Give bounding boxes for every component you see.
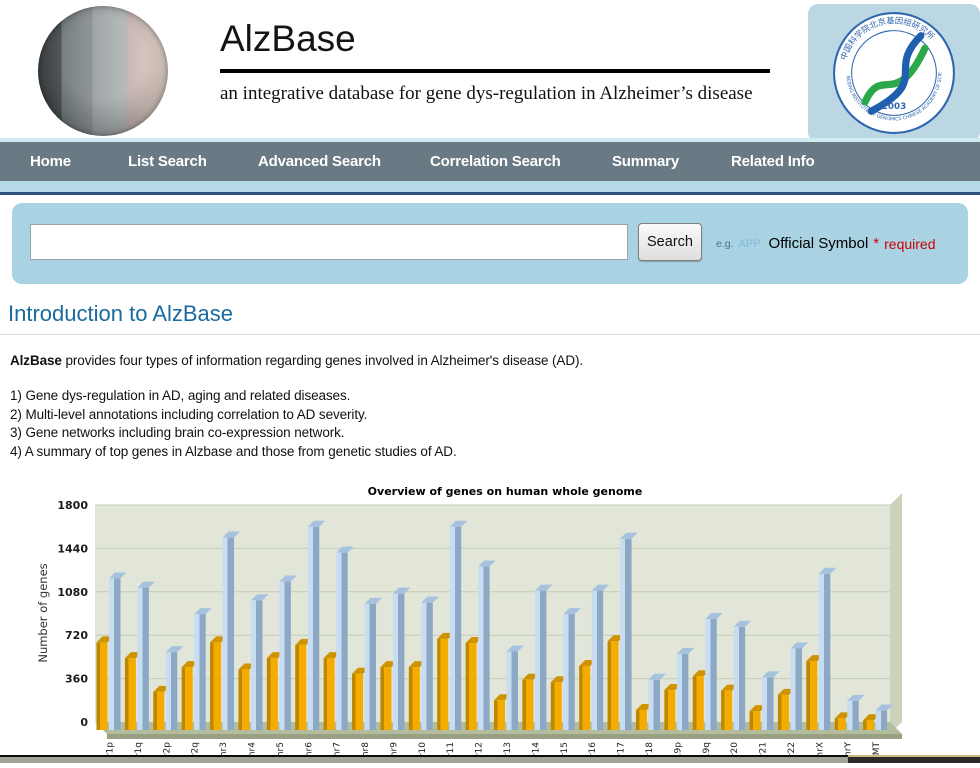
institute-badge-seal: 中国科学院北京基因组研究所 BEIJING INSTITUTE OF GENOM… <box>832 11 956 135</box>
clipped-footer-strip <box>0 755 980 763</box>
nav-item-related-info[interactable]: Related Info <box>731 153 814 170</box>
page-header: AlzBase an integrative database for gene… <box>0 0 980 138</box>
svg-text:1440: 1440 <box>57 542 88 555</box>
site-title: AlzBase <box>220 20 770 57</box>
intro-lead: AlzBase provides four types of informati… <box>10 353 583 368</box>
main-nav: Home List Search Advanced Search Correlatio… <box>0 138 980 181</box>
nav-lightblue-strip <box>0 181 980 192</box>
svg-text:Overview of genes on human who: Overview of genes on human whole genome <box>368 485 643 498</box>
search-panel: Search e.g. APP Official Symbol* require… <box>12 203 968 284</box>
clipped-footer-strip-dark <box>848 755 980 763</box>
navy-accent-line <box>0 192 980 195</box>
svg-text:360: 360 <box>65 673 88 686</box>
svg-text:0: 0 <box>80 716 88 729</box>
intro-lead-bold: AlzBase <box>10 353 62 368</box>
hint-eg-label: e.g. <box>716 238 734 250</box>
hint-required-label: required <box>884 236 935 252</box>
intro-lead-rest: provides four types of information regar… <box>62 353 583 368</box>
hint-field-label: Official Symbol <box>769 235 869 252</box>
genome-overview-chart-svg: 0 360 720 1080 1440 1800 Overview of genes on … <box>35 482 980 763</box>
intro-list-item: 2) Multi-level annotations including cor… <box>10 406 457 425</box>
search-button[interactable]: Search <box>638 223 702 261</box>
title-divider <box>220 69 770 73</box>
intro-list: 1) Gene dys-regulation in AD, aging and … <box>10 387 457 461</box>
hint-required-asterisk: * <box>873 235 879 252</box>
intro-list-item: 4) A summary of top genes in Alzbase and… <box>10 443 457 462</box>
title-block: AlzBase an integrative database for gene… <box>220 20 770 105</box>
svg-text:1800: 1800 <box>57 499 88 512</box>
intro-list-item: 1) Gene dys-regulation in AD, aging and … <box>10 387 457 406</box>
badge-year: 2003 <box>882 102 906 112</box>
nav-item-list-search[interactable]: List Search <box>128 153 207 170</box>
genome-overview-chart: 0 360 720 1080 1440 1800 Overview of genes on … <box>35 482 980 763</box>
hint-example-gene: APP <box>739 238 761 250</box>
nav-item-correlation-search[interactable]: Correlation Search <box>430 153 561 170</box>
site-subtitle: an integrative database for gene dys-reg… <box>220 83 770 105</box>
nav-item-home[interactable]: Home <box>30 153 71 170</box>
svg-text:Number of genes: Number of genes <box>36 563 50 662</box>
search-hint: e.g. APP Official Symbol* required <box>716 203 936 284</box>
intro-list-item: 3) Gene networks including brain co-expr… <box>10 424 457 443</box>
alzbase-brain-logo <box>38 6 168 136</box>
nav-item-advanced-search[interactable]: Advanced Search <box>258 153 381 170</box>
institute-badge: 中国科学院北京基因组研究所 BEIJING INSTITUTE OF GENOM… <box>808 4 980 142</box>
nav-item-summary[interactable]: Summary <box>612 153 679 170</box>
page-title: Introduction to AlzBase <box>8 301 233 327</box>
svg-text:720: 720 <box>65 629 88 642</box>
svg-text:MT: MT <box>872 742 882 756</box>
svg-text:1080: 1080 <box>57 586 88 599</box>
section-divider <box>0 334 980 335</box>
search-input[interactable] <box>30 224 628 260</box>
